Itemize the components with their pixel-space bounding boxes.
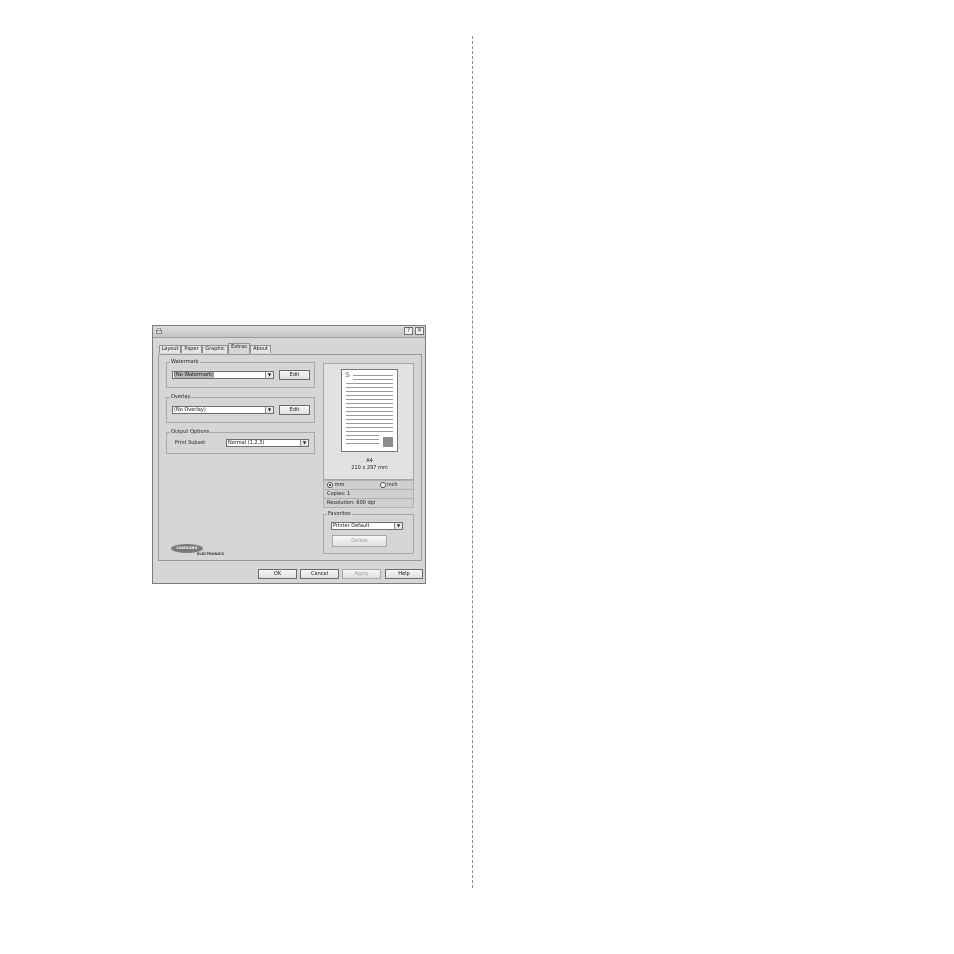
cut-line-divider	[472, 36, 473, 888]
printer-properties-dialog: ? ✕ Layout Paper Graphic Extras About Wa…	[152, 325, 426, 584]
watermark-group: Watermark (No Watermark) ▼ Edit	[166, 359, 315, 388]
help-title-button[interactable]: ?	[404, 327, 413, 335]
watermark-edit-button[interactable]: Edit	[279, 370, 310, 380]
printer-icon	[156, 328, 162, 335]
overlay-mark	[383, 437, 393, 447]
tab-layout[interactable]: Layout	[159, 345, 181, 353]
watermark-select[interactable]: (No Watermark) ▼	[172, 371, 274, 379]
favorites-select-value: Printer Default	[333, 523, 370, 529]
samsung-logo: SAMSUNG ELECTRONICS	[171, 544, 231, 560]
favorites-group: Favorites Printer Default ▼ Delete	[323, 511, 414, 554]
close-button[interactable]: ✕	[415, 327, 424, 335]
logo-sub: ELECTRONICS	[197, 552, 225, 556]
copies-row: Copies: 1	[323, 490, 414, 499]
chevron-down-icon: ▼	[300, 440, 308, 446]
unit-inch-radio[interactable]	[379, 481, 386, 488]
overlay-select[interactable]: (No Overlay) ▼	[172, 406, 274, 414]
page-thumbnail: S	[341, 369, 398, 452]
help-button[interactable]: Help	[385, 569, 423, 579]
overlay-edit-button[interactable]: Edit	[279, 405, 310, 415]
tab-paper[interactable]: Paper	[181, 345, 202, 353]
unit-mm-label: mm	[334, 482, 345, 488]
print-subset-select[interactable]: Normal (1,2,3) ▼	[226, 439, 309, 447]
ok-button[interactable]: OK	[258, 569, 297, 579]
print-subset-value: Normal (1,2,3)	[228, 440, 265, 446]
output-options-group: Output Options Print Subset Normal (1,2,…	[166, 429, 315, 454]
tab-about[interactable]: About	[250, 345, 271, 353]
paper-name: A4	[366, 458, 373, 464]
overlay-select-value: (No Overlay)	[174, 407, 206, 413]
watermark-select-value: (No Watermark)	[174, 372, 214, 378]
cancel-button[interactable]: Cancel	[300, 569, 339, 579]
resolution-row: Resolution: 600 dpi	[323, 499, 414, 508]
page-preview: S A4 210 x 297 mm	[323, 363, 414, 480]
thumbnail-letter: S	[345, 371, 351, 379]
title-bar[interactable]: ? ✕	[153, 326, 425, 338]
unit-mm-radio[interactable]	[327, 481, 333, 488]
unit-row: mm inch	[323, 480, 414, 490]
delete-favorite-button[interactable]: Delete	[332, 535, 387, 547]
extras-panel: Watermark (No Watermark) ▼ Edit Overlay …	[158, 354, 422, 561]
favorites-select[interactable]: Printer Default ▼	[331, 522, 403, 530]
chevron-down-icon: ▼	[265, 372, 273, 378]
watermark-group-label: Watermark	[170, 359, 200, 365]
chevron-down-icon: ▼	[265, 407, 273, 413]
tab-graphic[interactable]: Graphic	[202, 345, 228, 353]
apply-button[interactable]: Apply	[342, 569, 381, 579]
output-options-group-label: Output Options	[170, 429, 211, 435]
unit-inch-label: inch	[387, 482, 398, 488]
print-subset-label: Print Subset	[175, 440, 206, 446]
paper-size: 210 x 297 mm	[351, 465, 388, 471]
overlay-group: Overlay (No Overlay) ▼ Edit	[166, 394, 315, 423]
tab-extras[interactable]: Extras	[228, 343, 250, 354]
favorites-group-label: Favorites	[327, 511, 352, 517]
chevron-down-icon: ▼	[394, 523, 402, 529]
overlay-group-label: Overlay	[170, 394, 192, 400]
